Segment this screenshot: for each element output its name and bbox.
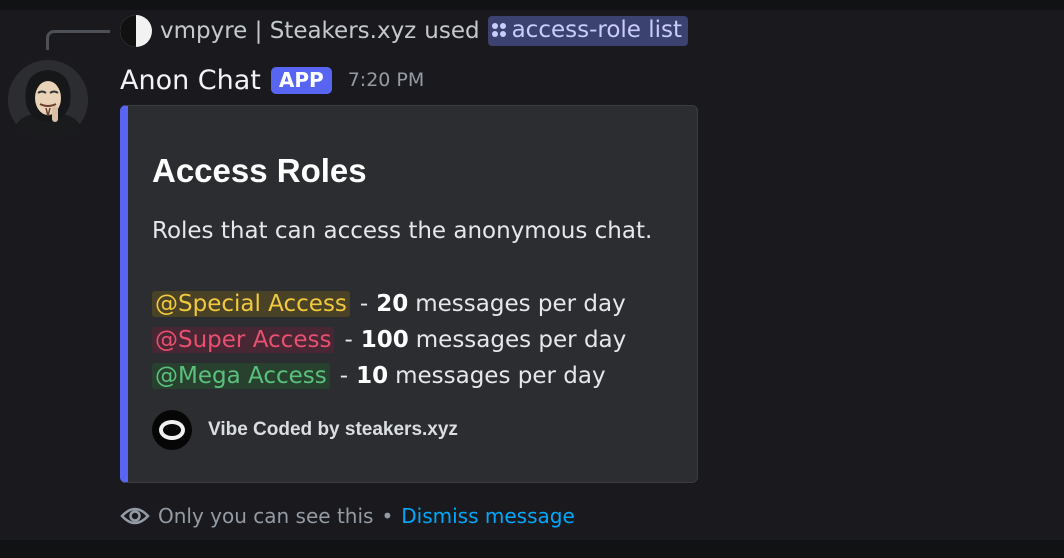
reply-reference[interactable]: vmpyre | Steakers.xyz used access-role l… bbox=[120, 14, 689, 48]
embed-title: Access Roles bbox=[152, 152, 367, 189]
reply-connector-line bbox=[46, 30, 110, 50]
dismiss-message-link[interactable]: Dismiss message bbox=[401, 504, 575, 528]
command-icon bbox=[491, 23, 506, 37]
ephemeral-text: Only you can see this bbox=[158, 504, 374, 528]
role-message-count: 20 bbox=[376, 291, 409, 317]
role-separator: - bbox=[339, 363, 349, 389]
role-row-mega: @Mega Access - 10 messages per day bbox=[152, 358, 626, 394]
slash-command-chip[interactable]: access-role list bbox=[487, 16, 689, 46]
command-name: access-role list bbox=[511, 17, 683, 43]
role-row-super: @Super Access - 100 messages per day bbox=[152, 322, 626, 358]
author-avatar[interactable] bbox=[8, 60, 88, 140]
role-mention-super[interactable]: @Super Access bbox=[152, 327, 335, 353]
embed-footer-text: Vibe Coded by steakers.xyz bbox=[208, 419, 458, 440]
author-name[interactable]: Anon Chat bbox=[120, 65, 261, 96]
role-row-special: @Special Access - 20 messages per day bbox=[152, 286, 626, 322]
window-bottom-edge bbox=[0, 540, 1064, 558]
message-header: Anon Chat APP 7:20 PM bbox=[120, 60, 424, 100]
window-top-edge bbox=[0, 0, 1064, 10]
replied-username[interactable]: vmpyre | Steakers.xyz bbox=[160, 18, 416, 44]
role-message-count: 100 bbox=[360, 327, 409, 353]
replied-user-avatar[interactable] bbox=[120, 15, 152, 47]
role-suffix: messages per day bbox=[395, 363, 606, 389]
reply-used-text: used bbox=[424, 18, 480, 44]
role-suffix: messages per day bbox=[415, 291, 626, 317]
role-separator: - bbox=[344, 327, 353, 353]
embed-description: Roles that can access the anonymous chat… bbox=[152, 218, 653, 244]
steakers-logo-icon bbox=[152, 410, 192, 450]
embed-footer: Vibe Coded by steakers.xyz bbox=[152, 410, 458, 450]
role-mention-mega[interactable]: @Mega Access bbox=[152, 363, 330, 389]
ephemeral-separator: • bbox=[381, 504, 394, 528]
embed-card: Access Roles Roles that can access the a… bbox=[120, 105, 698, 483]
role-suffix: messages per day bbox=[415, 327, 627, 353]
role-separator: - bbox=[359, 291, 369, 317]
message-timestamp[interactable]: 7:20 PM bbox=[348, 69, 425, 91]
role-message-count: 10 bbox=[356, 363, 389, 389]
ephemeral-notice: Only you can see this • Dismiss message bbox=[120, 500, 575, 532]
eye-icon bbox=[120, 507, 150, 525]
role-list: @Special Access - 20 messages per day @S… bbox=[152, 286, 626, 394]
app-badge: APP bbox=[270, 66, 332, 94]
role-mention-special[interactable]: @Special Access bbox=[152, 291, 350, 317]
